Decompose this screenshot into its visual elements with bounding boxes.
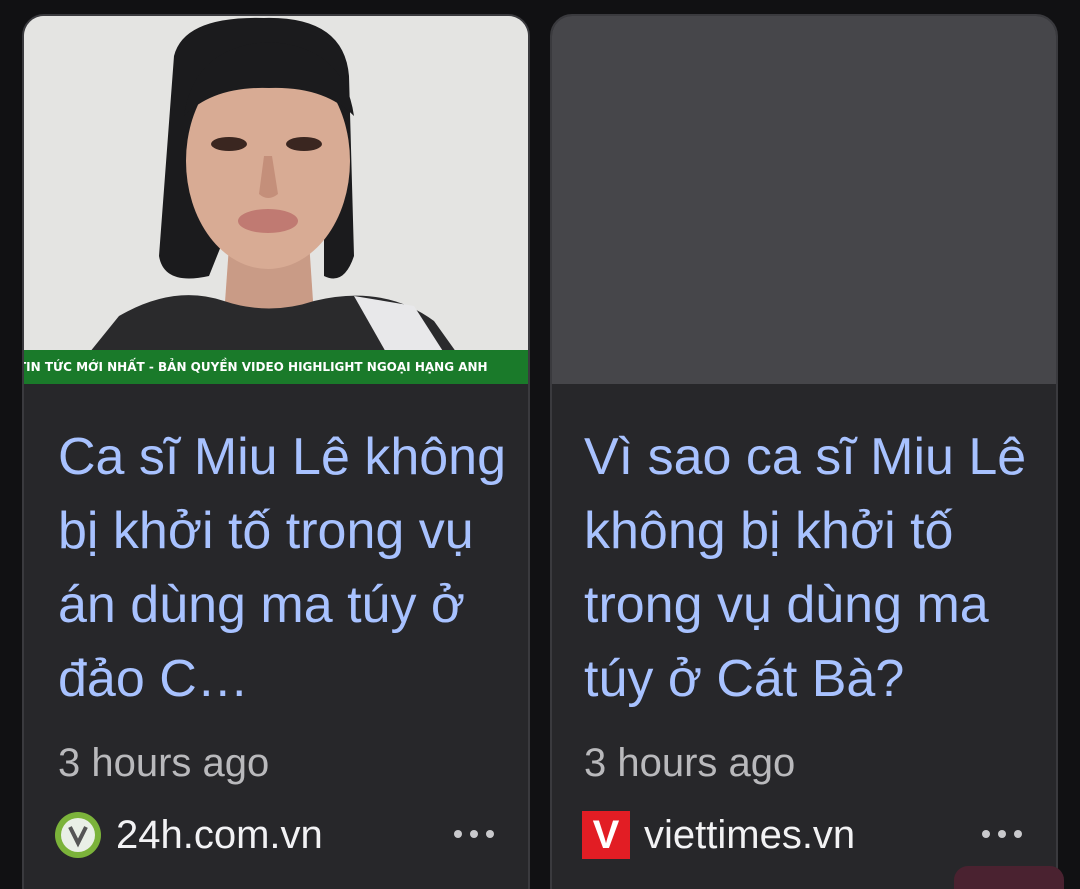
- video-ticker-banner: TIN TỨC MỚI NHẤT - BẢN QUYỀN VIDEO HIGHL…: [24, 350, 528, 384]
- article-thumbnail-placeholder[interactable]: [552, 16, 1056, 384]
- article-headline[interactable]: Ca sĩ Miu Lê không bị khởi tố trong vụ á…: [58, 420, 508, 716]
- article-source[interactable]: V viettimes.vn: [582, 810, 855, 860]
- more-horizontal-icon[interactable]: [982, 819, 1022, 849]
- source-name: 24h.com.vn: [116, 813, 323, 857]
- floating-action-button[interactable]: [954, 866, 1064, 889]
- source-name: viettimes.vn: [644, 813, 856, 857]
- news-card-24h[interactable]: TIN TỨC MỚI NHẤT - BẢN QUYỀN VIDEO HIGHL…: [22, 14, 530, 889]
- article-headline[interactable]: Vì sao ca sĩ Miu Lê không bị khởi tố tro…: [584, 420, 1044, 716]
- article-thumbnail[interactable]: TIN TỨC MỚI NHẤT - BẢN QUYỀN VIDEO HIGHL…: [24, 16, 528, 384]
- viettimes-logo-icon: V: [582, 811, 630, 859]
- article-time: 3 hours ago: [584, 741, 796, 785]
- more-horizontal-icon[interactable]: [454, 819, 494, 849]
- portrait-photo: [24, 16, 528, 384]
- article-source[interactable]: 24h.com.vn: [54, 810, 323, 860]
- article-time: 3 hours ago: [58, 741, 270, 785]
- news-card-viettimes[interactable]: Vì sao ca sĩ Miu Lê không bị khởi tố tro…: [550, 14, 1058, 889]
- 24h-logo-icon: [55, 812, 101, 858]
